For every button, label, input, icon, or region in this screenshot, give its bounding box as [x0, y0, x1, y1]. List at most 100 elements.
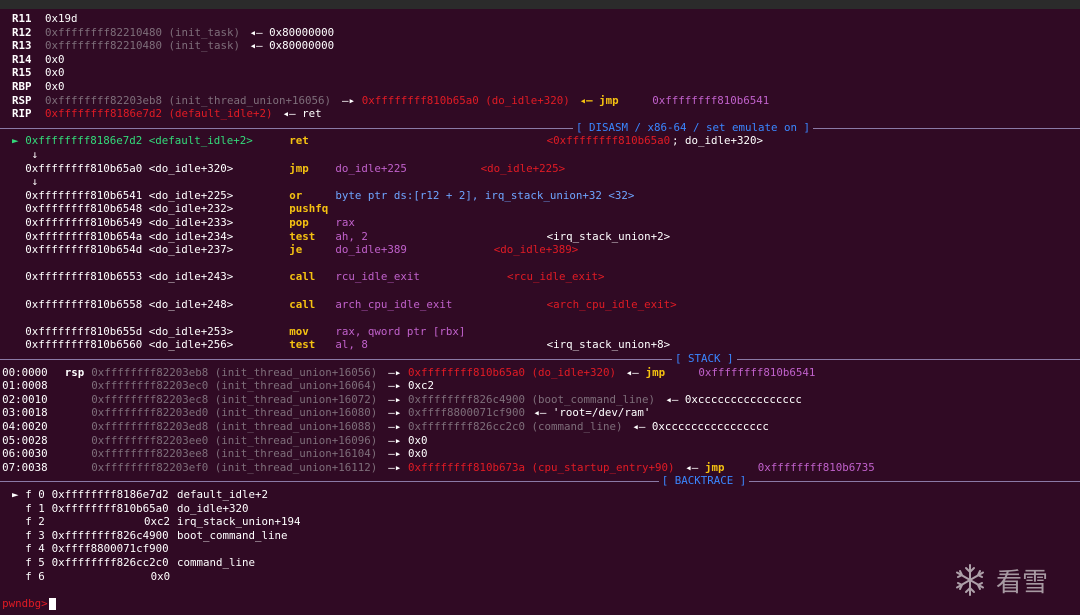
stack-target: 0x0 [408, 447, 428, 461]
stack-instruction: jmp [705, 460, 725, 474]
disasm-mnemonic: or [289, 188, 303, 202]
backtrace-header-title: [ BACKTRACE ] [658, 474, 750, 488]
stack-arrow: —▸ [388, 433, 402, 447]
frame-address: 0xffff8800071cf900 [51, 542, 169, 556]
disasm-mnemonic: test [289, 229, 316, 243]
register-name: R14 [12, 52, 32, 66]
stack-value: ◂— 'root=/dev/ram' [533, 406, 651, 420]
frame-symbol: boot_command_line [177, 528, 288, 542]
stack-instruction: jmp [645, 365, 666, 379]
frame-address: 0xffffffff8186e7d2 [51, 488, 169, 501]
disasm-comment: <irq_stack_union+2> [546, 229, 671, 243]
disasm-comment-target: <do_idle+389> [493, 243, 579, 257]
disasm-operands: do_idle+389 [335, 243, 407, 257]
disasm-operands: rcu_idle_exit [335, 270, 420, 284]
disasm-address: 0xffffffff810b6541 <do_idle+225> [25, 188, 234, 202]
frame-number: f 5 [25, 556, 45, 569]
frame-address: 0xc2 [144, 515, 171, 529]
command-input[interactable] [49, 597, 57, 611]
register-name: RSP [12, 93, 32, 107]
stack-arrow: —▸ [388, 460, 402, 474]
stack-arrow: —▸ [388, 447, 402, 461]
disasm-mnemonic: call [289, 270, 316, 284]
disasm-mnemonic: pushfq [289, 202, 329, 216]
disasm-address: 0xffffffff810b6560 <do_idle+256> [25, 338, 234, 352]
stack-address: 0xffffffff82203ec0 (init_thread_union+16… [91, 379, 378, 393]
stack-offset: 01:0008 [2, 379, 48, 393]
stack-header-title: [ STACK ] [672, 352, 737, 366]
frame-number: f 6 [25, 569, 45, 583]
disasm-operands: al, 8 [335, 338, 368, 352]
stack-address: 0xffffffff82203ef0 (init_thread_union+16… [91, 460, 378, 474]
snowflake-icon [956, 564, 984, 596]
stack-offset: 00:0000 [2, 365, 48, 379]
stack-arrow: ◂— [685, 460, 699, 474]
register-name: R12 [12, 25, 32, 39]
frame-number: f 2 [25, 515, 45, 529]
disasm-address: 0xffffffff810b6553 <do_idle+243> [25, 270, 234, 284]
stack-target: 0xc2 [408, 379, 435, 393]
disasm-operands: do_idle+225 [335, 161, 407, 175]
register-arrow: ◂— ret [282, 107, 322, 121]
down-arrow-icon: ↓ [31, 175, 39, 189]
frame-address: 0xffffffff826cc2c0 [51, 556, 169, 569]
disasm-mnemonic: mov [289, 324, 309, 338]
disasm-mnemonic: ret [289, 134, 309, 148]
frame-symbol: default_idle+2 [177, 488, 269, 501]
stack-tail: 0xffffffff810b6735 [757, 460, 875, 474]
disasm-comment-target: <do_idle+225> [480, 161, 566, 175]
frame-symbol: command_line [177, 556, 256, 569]
stack-arrow: —▸ [388, 392, 402, 406]
register-arrow: —▸ [342, 93, 356, 107]
stack-target: 0xffffffff810b673a (cpu_startup_entry+90… [408, 460, 675, 474]
stack-arrow: —▸ [388, 365, 402, 379]
disasm-mnemonic: call [289, 297, 316, 311]
disasm-header-title: [ DISASM / x86-64 / set emulate on ] [573, 120, 814, 135]
stack-address: 0xffffffff82203ee0 (init_thread_union+16… [91, 433, 378, 447]
register-name: R15 [12, 66, 32, 80]
stack-offset: 04:0020 [2, 420, 48, 433]
stack-target: 0xffff8800071cf900 [408, 406, 526, 420]
stack-value: ◂— 0xcccccccccccccccc [665, 392, 802, 406]
frame-symbol: irq_stack_union+194 [177, 515, 301, 529]
register-arrow: ◂— 0x80000000 [249, 39, 335, 53]
watermark-text: 看雪 [996, 567, 1049, 598]
stack-tail: 0xffffffff810b6541 [698, 365, 816, 379]
disasm-address: 0xffffffff810b6548 <do_idle+232> [25, 202, 234, 216]
stack-offset: 06:0030 [2, 447, 48, 461]
stack-target: 0xffffffff826c4900 (boot_command_line) [408, 392, 656, 406]
disasm-operands: rax, qword ptr [rbx] [335, 324, 466, 338]
stack-target: 0xffffffff810b65a0 (do_idle+320) [408, 365, 617, 379]
register-tail: 0xffffffff810b6541 [652, 93, 770, 107]
disasm-mnemonic: pop [289, 216, 309, 229]
disasm-address: 0xffffffff810b655d <do_idle+253> [25, 324, 234, 338]
disasm-operands: arch_cpu_idle_exit [335, 297, 453, 311]
disasm-address: 0xffffffff810b654a <do_idle+234> [25, 229, 234, 243]
disasm-address: 0xffffffff810b6549 <do_idle+233> [25, 216, 234, 229]
disasm-comment: <irq_stack_union+8> [546, 338, 671, 352]
down-arrow-icon: ↓ [31, 148, 39, 161]
stack-address: 0xffffffff82203ec8 (init_thread_union+16… [91, 392, 378, 406]
watermark: 看雪 [952, 560, 1048, 600]
register-value: 0x0 [45, 66, 65, 80]
disasm-operands: byte ptr ds:[r12 + 2], irq_stack_union+3… [335, 188, 635, 202]
disasm-comment: ; do_idle+320> [672, 134, 764, 148]
disasm-address: 0xffffffff8186e7d2 <default_idle+2> [25, 134, 253, 148]
stack-arrow: ◂— [625, 365, 639, 379]
register-value: 0xffffffff82210480 (init_task) [45, 25, 241, 39]
stack-offset: 07:0038 [2, 460, 48, 474]
stack-offset: 05:0028 [2, 433, 48, 447]
register-name: R11 [12, 12, 32, 25]
stack-offset: 02:0010 [2, 392, 48, 406]
disasm-mnemonic: je [289, 243, 303, 257]
register-name: RIP [12, 107, 32, 121]
frame-address: 0x0 [150, 569, 171, 583]
pwndbg-prompt: pwndbg> [2, 596, 48, 610]
frame-number: f 0 [25, 488, 45, 501]
stack-address: 0xffffffff82203ee8 (init_thread_union+16… [91, 447, 378, 461]
register-value: 0xffffffff82210480 (init_task) [45, 39, 241, 53]
backtrace-header-rule [0, 481, 1080, 483]
stack-arrow: —▸ [388, 379, 402, 393]
stack-address: 0xffffffff82203ed0 (init_thread_union+16… [91, 406, 378, 420]
disasm-header-rule [0, 127, 1080, 129]
